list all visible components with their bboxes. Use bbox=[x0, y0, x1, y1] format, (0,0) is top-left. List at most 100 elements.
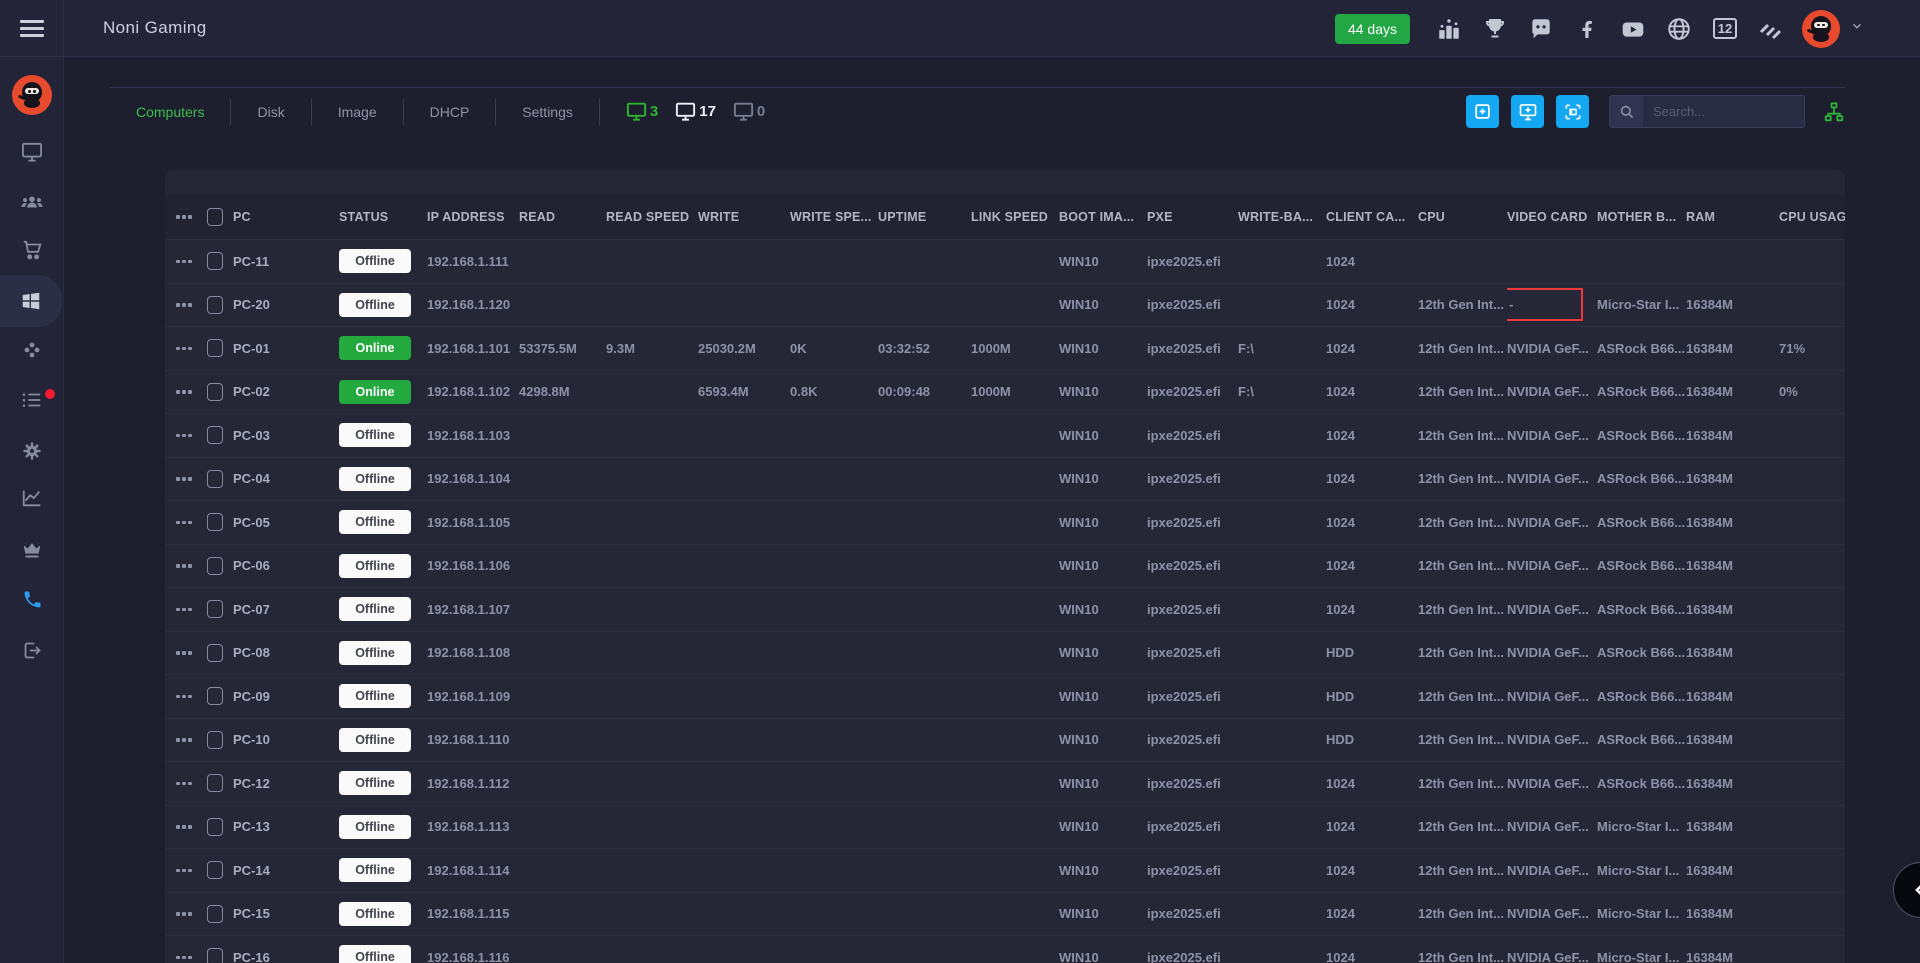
row-actions-menu[interactable] bbox=[165, 825, 203, 829]
row-checkbox[interactable] bbox=[207, 731, 223, 749]
image-capture-button[interactable] bbox=[1556, 95, 1589, 128]
sidebar-item-settings[interactable] bbox=[0, 429, 64, 473]
column-header[interactable]: BOOT IMA... bbox=[1059, 210, 1147, 224]
row-actions-menu[interactable] bbox=[165, 782, 203, 786]
tab-computers[interactable]: Computers bbox=[110, 99, 231, 125]
row-checkbox[interactable] bbox=[207, 818, 223, 836]
row-checkbox[interactable] bbox=[207, 861, 223, 879]
column-header[interactable]: PXE bbox=[1147, 210, 1238, 224]
row-actions-menu[interactable] bbox=[165, 912, 203, 916]
table-row[interactable]: PC-01Online192.168.1.10153375.5M9.3M2503… bbox=[165, 327, 1845, 371]
table-row[interactable]: PC-13Offline192.168.1.113WIN10ipxe2025.e… bbox=[165, 806, 1845, 850]
youtube-icon[interactable] bbox=[1618, 14, 1648, 44]
row-checkbox[interactable] bbox=[207, 644, 223, 662]
column-header[interactable]: WRITE-BA... bbox=[1238, 210, 1326, 224]
column-header[interactable]: STATUS bbox=[339, 210, 427, 224]
row-checkbox[interactable] bbox=[207, 513, 223, 531]
row-actions-menu[interactable] bbox=[165, 390, 203, 394]
monitor-count-green[interactable]: 3 bbox=[626, 102, 658, 121]
tab-disk[interactable]: Disk bbox=[231, 99, 311, 125]
sidebar-item-tasks[interactable] bbox=[0, 378, 64, 422]
column-header[interactable]: CPU USAGE bbox=[1779, 210, 1845, 224]
row-actions-menu[interactable] bbox=[165, 738, 203, 742]
row-checkbox[interactable] bbox=[207, 252, 223, 270]
sidebar-item-windows[interactable] bbox=[0, 275, 62, 327]
column-header[interactable]: UPTIME bbox=[878, 210, 971, 224]
row-actions-menu[interactable] bbox=[165, 608, 203, 612]
chevron-down-icon[interactable] bbox=[1850, 19, 1864, 38]
column-header[interactable]: WRITE bbox=[698, 210, 790, 224]
row-checkbox[interactable] bbox=[207, 339, 223, 357]
column-header[interactable]: READ bbox=[519, 210, 606, 224]
add-button[interactable] bbox=[1466, 95, 1499, 128]
monitor-count-gray[interactable]: 0 bbox=[733, 102, 765, 121]
column-header[interactable]: CPU bbox=[1418, 210, 1507, 224]
row-actions-menu[interactable] bbox=[165, 434, 203, 438]
table-row[interactable]: PC-11Offline192.168.1.111WIN10ipxe2025.e… bbox=[165, 240, 1845, 284]
globe-icon[interactable] bbox=[1664, 14, 1694, 44]
brand-logo[interactable] bbox=[12, 75, 52, 115]
column-header[interactable]: MOTHER B... bbox=[1597, 210, 1686, 224]
ranking-icon[interactable] bbox=[1434, 14, 1464, 44]
row-checkbox[interactable] bbox=[207, 774, 223, 792]
facebook-icon[interactable] bbox=[1572, 14, 1602, 44]
network-tree-icon[interactable] bbox=[1823, 101, 1845, 123]
table-row[interactable]: PC-08Offline192.168.1.108WIN10ipxe2025.e… bbox=[165, 632, 1845, 676]
table-row[interactable]: PC-07Offline192.168.1.107WIN10ipxe2025.e… bbox=[165, 588, 1845, 632]
monitor-count-white[interactable]: 17 bbox=[675, 102, 716, 121]
table-row[interactable]: PC-12Offline192.168.1.112WIN10ipxe2025.e… bbox=[165, 762, 1845, 806]
column-header[interactable]: VIDEO CARD bbox=[1507, 210, 1597, 224]
column-header[interactable]: CLIENT CA... bbox=[1326, 210, 1418, 224]
column-header[interactable]: IP ADDRESS bbox=[427, 210, 519, 224]
row-actions-menu[interactable] bbox=[165, 521, 203, 525]
row-actions-menu[interactable] bbox=[165, 215, 203, 219]
i2-logo-icon[interactable]: 12 bbox=[1710, 14, 1740, 44]
sidebar-item-logout[interactable] bbox=[0, 628, 64, 672]
column-header[interactable]: WRITE SPE... bbox=[790, 210, 878, 224]
sidebar-item-monitors[interactable] bbox=[0, 130, 64, 174]
tab-settings[interactable]: Settings bbox=[496, 99, 600, 125]
column-header[interactable]: RAM bbox=[1686, 210, 1779, 224]
row-checkbox[interactable] bbox=[207, 208, 223, 226]
row-actions-menu[interactable] bbox=[165, 260, 203, 264]
column-header[interactable]: LINK SPEED bbox=[971, 210, 1059, 224]
trophy-icon[interactable] bbox=[1480, 14, 1510, 44]
search-input[interactable] bbox=[1643, 104, 1805, 119]
column-header[interactable]: READ SPEED bbox=[606, 210, 698, 224]
table-row[interactable]: PC-02Online192.168.1.1024298.8M6593.4M0.… bbox=[165, 371, 1845, 415]
row-actions-menu[interactable] bbox=[165, 303, 203, 307]
row-checkbox[interactable] bbox=[207, 557, 223, 575]
row-checkbox[interactable] bbox=[207, 426, 223, 444]
sidebar-item-games[interactable] bbox=[0, 328, 64, 372]
row-checkbox[interactable] bbox=[207, 905, 223, 923]
user-avatar[interactable] bbox=[1802, 10, 1840, 48]
row-actions-menu[interactable] bbox=[165, 564, 203, 568]
table-row[interactable]: PC-14Offline192.168.1.114WIN10ipxe2025.e… bbox=[165, 849, 1845, 893]
discord-icon[interactable] bbox=[1526, 14, 1556, 44]
tab-image[interactable]: Image bbox=[312, 99, 404, 125]
column-header[interactable]: PC bbox=[233, 210, 339, 224]
add-computer-button[interactable] bbox=[1511, 95, 1544, 128]
layers-logo-icon[interactable] bbox=[1756, 14, 1786, 44]
table-row[interactable]: PC-10Offline192.168.1.110WIN10ipxe2025.e… bbox=[165, 719, 1845, 763]
table-row[interactable]: PC-20Offline192.168.1.120WIN10ipxe2025.e… bbox=[165, 284, 1845, 328]
row-checkbox[interactable] bbox=[207, 687, 223, 705]
row-checkbox[interactable] bbox=[207, 296, 223, 314]
sidebar-item-cart[interactable] bbox=[0, 228, 64, 272]
row-actions-menu[interactable] bbox=[165, 695, 203, 699]
tab-dhcp[interactable]: DHCP bbox=[404, 99, 497, 125]
row-actions-menu[interactable] bbox=[165, 956, 203, 960]
table-row[interactable]: PC-03Offline192.168.1.103WIN10ipxe2025.e… bbox=[165, 414, 1845, 458]
table-row[interactable]: PC-04Offline192.168.1.104WIN10ipxe2025.e… bbox=[165, 458, 1845, 502]
row-checkbox[interactable] bbox=[207, 383, 223, 401]
table-row[interactable]: PC-05Offline192.168.1.105WIN10ipxe2025.e… bbox=[165, 501, 1845, 545]
table-row[interactable]: PC-09Offline192.168.1.109WIN10ipxe2025.e… bbox=[165, 675, 1845, 719]
row-checkbox[interactable] bbox=[207, 948, 223, 963]
side-panel-toggle-button[interactable] bbox=[1893, 862, 1920, 918]
row-checkbox[interactable] bbox=[207, 600, 223, 618]
license-days-badge[interactable]: 44 days bbox=[1335, 14, 1410, 44]
table-row[interactable]: PC-16Offline192.168.1.116WIN10ipxe2025.e… bbox=[165, 936, 1845, 963]
menu-toggle-button[interactable] bbox=[20, 20, 44, 37]
sidebar-item-stats[interactable] bbox=[0, 476, 64, 520]
row-actions-menu[interactable] bbox=[165, 869, 203, 873]
